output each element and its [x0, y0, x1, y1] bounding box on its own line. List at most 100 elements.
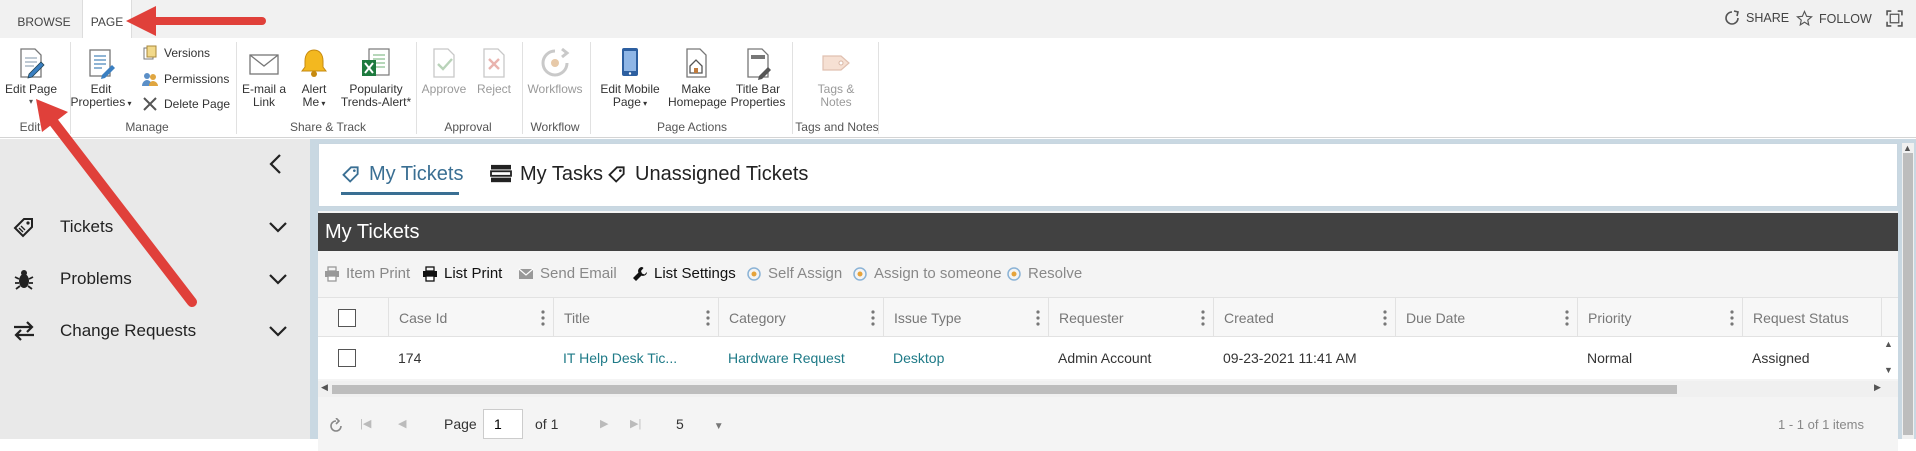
edit-mobile-page-button[interactable]: Edit Mobile Page ▾	[594, 46, 666, 110]
scroll-left-icon[interactable]: ◀	[321, 382, 328, 393]
versions-label: Versions	[164, 46, 211, 60]
edit-page-label: Edit Page	[4, 82, 58, 96]
tags-notes-button[interactable]: Tags & Notes	[800, 46, 872, 108]
edit-properties-dropdown-icon: ▾	[125, 98, 132, 108]
alert-me-button[interactable]: Alert Me ▾	[292, 46, 336, 110]
group-separator	[878, 42, 879, 134]
approve-icon	[433, 48, 455, 78]
edit-page-button[interactable]: Edit Page ▾	[2, 46, 60, 108]
popularity-trends-alert-button[interactable]: Popularity Trends-Alert*	[338, 46, 414, 108]
column-header-created[interactable]: Created	[1213, 298, 1395, 338]
column-header-due-date[interactable]: Due Date	[1395, 298, 1577, 338]
last-page-icon[interactable]: ▶|	[630, 417, 641, 430]
vertical-scrollbar[interactable]: ▲	[1902, 143, 1914, 439]
group-separator	[416, 42, 417, 134]
column-menu-icon[interactable]	[541, 310, 545, 326]
printer-icon	[423, 265, 437, 282]
column-header-request-status[interactable]: Request Status	[1742, 298, 1882, 338]
list-print-button[interactable]: List Print	[422, 265, 502, 282]
tab-browse[interactable]: BROWSE	[10, 0, 78, 38]
column-header-issue-type[interactable]: Issue Type	[883, 298, 1048, 338]
column-menu-icon[interactable]	[1730, 310, 1734, 326]
edit-properties-button[interactable]: Edit Properties ▾	[70, 46, 132, 110]
column-menu-icon[interactable]	[1036, 310, 1040, 326]
delete-page-label: Delete Page	[164, 97, 231, 111]
versions-button[interactable]: Versions	[142, 45, 210, 61]
workflows-button[interactable]: Workflows	[524, 46, 586, 96]
scroll-down-icon[interactable]: ▼	[1884, 365, 1893, 375]
share-button[interactable]: SHARE	[1724, 10, 1789, 26]
ticket-icon	[608, 166, 625, 183]
resolve-button[interactable]: Resolve	[1006, 265, 1082, 282]
chevron-down-icon[interactable]	[268, 269, 288, 289]
first-page-icon[interactable]: |◀	[360, 417, 371, 430]
chevron-down-icon[interactable]	[268, 217, 288, 237]
send-email-label: Send Email	[540, 265, 617, 282]
column-menu-icon[interactable]	[1201, 310, 1205, 326]
column-header-requester[interactable]: Requester	[1048, 298, 1213, 338]
focus-on-content-button[interactable]	[1886, 10, 1903, 32]
sidebar-item-tickets[interactable]: Tickets	[0, 207, 310, 247]
permissions-button[interactable]: Permissions	[142, 71, 229, 87]
column-menu-icon[interactable]	[1565, 310, 1569, 326]
group-separator	[236, 42, 237, 134]
tab-my-tasks[interactable]: My Tasks	[490, 156, 603, 192]
scroll-up-icon[interactable]: ▲	[1884, 339, 1893, 349]
permissions-icon	[142, 73, 158, 86]
list-settings-button[interactable]: List Settings	[632, 265, 736, 282]
sidebar-item-change-requests[interactable]: Change Requests	[0, 311, 310, 351]
target-icon	[1007, 266, 1021, 281]
self-assign-button[interactable]: Self Assign	[746, 265, 842, 282]
cell-title-link[interactable]: IT Help Desk Tic...	[553, 337, 677, 379]
sidebar-item-problems[interactable]: Problems	[0, 259, 310, 299]
title-bar-properties-button[interactable]: Title Bar Properties	[726, 46, 790, 108]
column-header-case-id[interactable]: Case Id	[388, 298, 553, 338]
item-print-button[interactable]: Item Print	[324, 265, 410, 282]
tags-notes-label-2: Notes	[820, 94, 852, 109]
column-menu-icon[interactable]	[1383, 310, 1387, 326]
tab-label: Unassigned Tickets	[635, 162, 809, 185]
select-all-checkbox[interactable]	[338, 309, 356, 327]
collapse-panel-button[interactable]	[266, 153, 286, 180]
cell-category-link[interactable]: Hardware Request	[718, 337, 845, 379]
page-number-input[interactable]	[483, 409, 523, 439]
delete-page-button[interactable]: Delete Page	[142, 96, 230, 112]
follow-button[interactable]: FOLLOW	[1796, 10, 1872, 27]
reject-button[interactable]: Reject	[472, 46, 516, 96]
tab-page[interactable]: PAGE	[82, 0, 132, 40]
send-email-button[interactable]: Send Email	[518, 265, 617, 282]
horizontal-scroll-thumb[interactable]	[332, 385, 1677, 394]
approve-button[interactable]: Approve	[418, 46, 470, 96]
column-header-title[interactable]: Title	[553, 298, 718, 338]
tab-my-tickets[interactable]: My Tickets	[341, 156, 463, 192]
column-header-priority[interactable]: Priority	[1577, 298, 1742, 338]
tab-label: My Tickets	[369, 162, 464, 185]
previous-page-icon[interactable]: ◀	[398, 417, 406, 430]
column-header-category[interactable]: Category	[718, 298, 883, 338]
pager: |◀ ◀ Page of 1 ▶ ▶| 5▼ 1 - 1 of 1 items	[318, 401, 1898, 451]
cell-issue-type-link[interactable]: Desktop	[883, 337, 944, 379]
next-page-icon[interactable]: ▶	[600, 417, 608, 430]
page-size-select[interactable]: 5 ▼	[676, 416, 724, 432]
cell-priority: Normal	[1587, 350, 1633, 366]
table-row[interactable]: 174 IT Help Desk Tic... Hardware Request…	[318, 337, 1898, 379]
edit-mobile-label-2: Page ▾	[612, 94, 648, 109]
scroll-right-icon[interactable]: ▶	[1874, 382, 1881, 393]
tab-unassigned-tickets[interactable]: Unassigned Tickets	[607, 156, 808, 192]
row-checkbox[interactable]	[338, 349, 356, 367]
refresh-icon[interactable]	[328, 418, 344, 434]
sidebar-item-label: Problems	[60, 269, 132, 288]
horizontal-scrollbar[interactable]: ◀ ▶	[318, 381, 1898, 397]
email-link-button[interactable]: E-mail a Link	[238, 46, 290, 108]
assign-to-someone-button[interactable]: Assign to someone	[852, 265, 1002, 282]
column-menu-icon[interactable]	[706, 310, 710, 326]
vertical-scroll-thumb[interactable]	[1903, 153, 1913, 435]
scroll-up-icon[interactable]: ▲	[1903, 143, 1912, 153]
chevron-down-icon[interactable]	[268, 321, 288, 341]
cell-due-date	[1395, 337, 1405, 379]
make-homepage-button[interactable]: Make Homepage	[668, 46, 727, 108]
column-menu-icon[interactable]	[871, 310, 875, 326]
top-bar: BROWSE PAGE SHARE FOLLOW	[0, 0, 1916, 40]
tags-notes-label-1: Tags &	[817, 82, 855, 96]
alert-me-label-2: Me ▾	[302, 94, 326, 109]
